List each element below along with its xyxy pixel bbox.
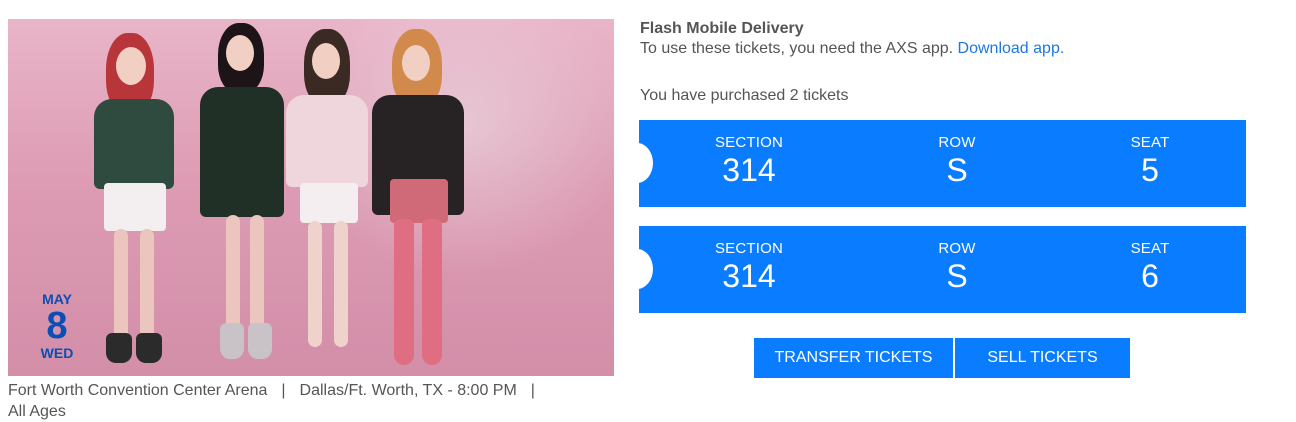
separator: |	[530, 382, 535, 399]
ticket-seat: SEAT 5	[1080, 134, 1220, 188]
section-value: 314	[722, 152, 776, 188]
ticket-card[interactable]: SECTION 314 ROW S SEAT 5	[639, 120, 1246, 207]
row-label: ROW	[938, 134, 976, 151]
sell-tickets-button[interactable]: SELL TICKETS	[955, 338, 1130, 378]
section-label: SECTION	[714, 134, 784, 151]
performer-figure	[280, 29, 380, 369]
section-value: 314	[722, 258, 776, 294]
ticket-row: ROW S	[887, 240, 1027, 294]
ticket-row: ROW S	[887, 134, 1027, 188]
section-label: SECTION	[714, 240, 784, 257]
venue-name: Fort Worth Convention Center Arena	[8, 382, 268, 399]
delivery-title: Flash Mobile Delivery	[640, 20, 804, 37]
purchase-summary: You have purchased 2 tickets	[640, 87, 849, 104]
ticket-card[interactable]: SECTION 314 ROW S SEAT 6	[639, 226, 1246, 313]
ticket-section: SECTION 314	[679, 240, 819, 294]
seat-value: 6	[1141, 258, 1159, 294]
row-value: S	[946, 152, 968, 188]
seat-label: SEAT	[1130, 240, 1170, 257]
performer-figure	[88, 33, 198, 363]
ticket-section: SECTION 314	[679, 134, 819, 188]
performer-figure	[370, 29, 480, 369]
row-label: ROW	[938, 240, 976, 257]
ticket-seat: SEAT 6	[1080, 240, 1220, 294]
event-date-badge: MAY 8 WED	[30, 291, 84, 361]
seat-label: SEAT	[1130, 134, 1170, 151]
seat-value: 5	[1141, 152, 1159, 188]
delivery-instructions: To use these tickets, you need the AXS a…	[640, 40, 954, 57]
event-image: MAY 8 WED	[8, 19, 614, 376]
event-day: 8	[46, 305, 68, 347]
age-restriction: All Ages	[8, 403, 66, 420]
transfer-tickets-button[interactable]: TRANSFER TICKETS	[754, 338, 953, 378]
separator: |	[281, 382, 286, 399]
event-weekday: WED	[40, 345, 74, 361]
event-details: Fort Worth Convention Center Arena | Dalla…	[8, 380, 618, 422]
event-location-time: Dallas/Ft. Worth, TX - 8:00 PM	[299, 382, 517, 399]
delivery-info: To use these tickets, you need the AXS a…	[640, 40, 1064, 58]
download-app-link[interactable]: Download app.	[958, 40, 1065, 57]
row-value: S	[946, 258, 968, 294]
